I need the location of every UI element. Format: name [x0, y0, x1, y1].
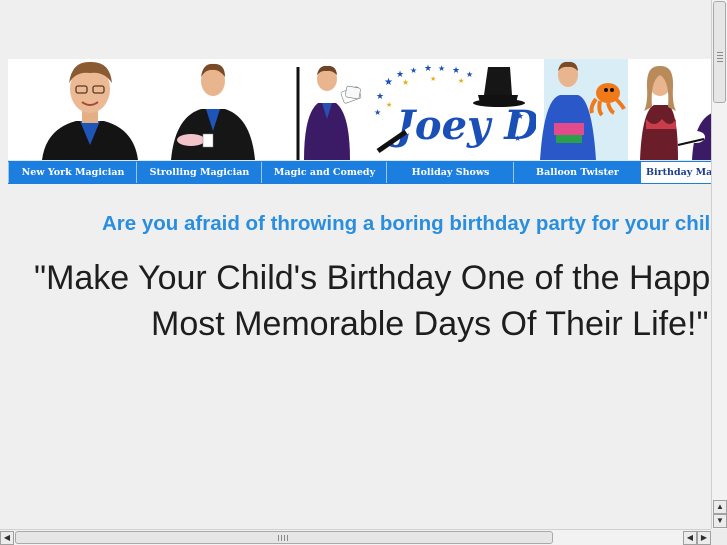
quote-line-1: "Make Your Child's Birthday One of the H…: [34, 259, 711, 297]
main-nav-bar: New York Magician Strolling Magician Mag…: [8, 160, 711, 184]
svg-text:★: ★: [458, 77, 464, 85]
logo-text: Joey D.: [389, 102, 536, 149]
vertical-scroll-thumb[interactable]: [713, 1, 726, 103]
arrow-left-icon[interactable]: ◀: [0, 531, 14, 545]
svg-text:★: ★: [410, 66, 417, 75]
cane-photo[interactable]: [286, 59, 366, 160]
birthday-illustration: [640, 65, 711, 160]
nav-strolling-magician[interactable]: Strolling Magician: [136, 162, 262, 183]
horizontal-scroll-thumb[interactable]: [15, 531, 553, 544]
svg-text:★: ★: [374, 108, 381, 117]
header-banner: ★ ★ ★ ★ ★ ★ ★ ★ ★ ★ ★ ★ ★ ★ ★ Joey D.: [8, 59, 711, 160]
intro-headline: Are you afraid of throwing a boring birt…: [102, 212, 711, 235]
svg-text:★: ★: [424, 63, 432, 73]
portrait-illustration: [42, 61, 138, 160]
svg-text:★: ★: [376, 91, 384, 101]
balloon-photo[interactable]: [536, 59, 632, 160]
horizontal-scrollbar[interactable]: ◀ ◀ ▶: [0, 529, 711, 545]
svg-text:★: ★: [430, 75, 436, 83]
arrow-left-icon-2[interactable]: ◀: [683, 531, 697, 545]
logo-illustration: ★ ★ ★ ★ ★ ★ ★ ★ ★ ★ ★ ★ ★ ★ ★ Joey D.: [374, 63, 551, 154]
cane-illustration: [296, 65, 362, 160]
quote-line-2: Most Memorable Days Of Their Life!": [151, 305, 709, 343]
scrollbar-corner: [711, 529, 727, 545]
birthday-photo[interactable]: [634, 59, 711, 160]
svg-text:★: ★: [438, 64, 445, 73]
svg-text:★: ★: [452, 65, 460, 75]
arrow-right-icon[interactable]: ▶: [697, 531, 711, 545]
balloon-illustration: [540, 59, 628, 160]
nav-holiday-shows[interactable]: Holiday Shows: [386, 162, 514, 183]
vertical-scrollbar[interactable]: ▲ ▼: [711, 0, 727, 529]
nav-birthday-magician[interactable]: Birthday Magician: [641, 162, 711, 183]
svg-text:★: ★: [466, 70, 473, 79]
svg-text:★: ★: [402, 78, 409, 87]
svg-text:★: ★: [384, 77, 393, 88]
nav-new-york-magician[interactable]: New York Magician: [8, 162, 137, 183]
arrow-down-icon[interactable]: ▼: [713, 514, 727, 528]
strolling-photo[interactable]: [163, 59, 263, 160]
nav-magic-and-comedy[interactable]: Magic and Comedy: [261, 162, 387, 183]
page-viewport: ★ ★ ★ ★ ★ ★ ★ ★ ★ ★ ★ ★ ★ ★ ★ Joey D. Ne…: [0, 0, 711, 529]
nav-balloon-twister[interactable]: Balloon Twister: [513, 162, 641, 183]
joey-d-logo[interactable]: ★ ★ ★ ★ ★ ★ ★ ★ ★ ★ ★ ★ ★ ★ ★ Joey D.: [366, 59, 551, 160]
strolling-illustration: [171, 63, 255, 160]
portrait-photo[interactable]: [38, 59, 142, 160]
arrow-up-icon[interactable]: ▲: [713, 500, 727, 514]
svg-text:★: ★: [386, 101, 392, 109]
